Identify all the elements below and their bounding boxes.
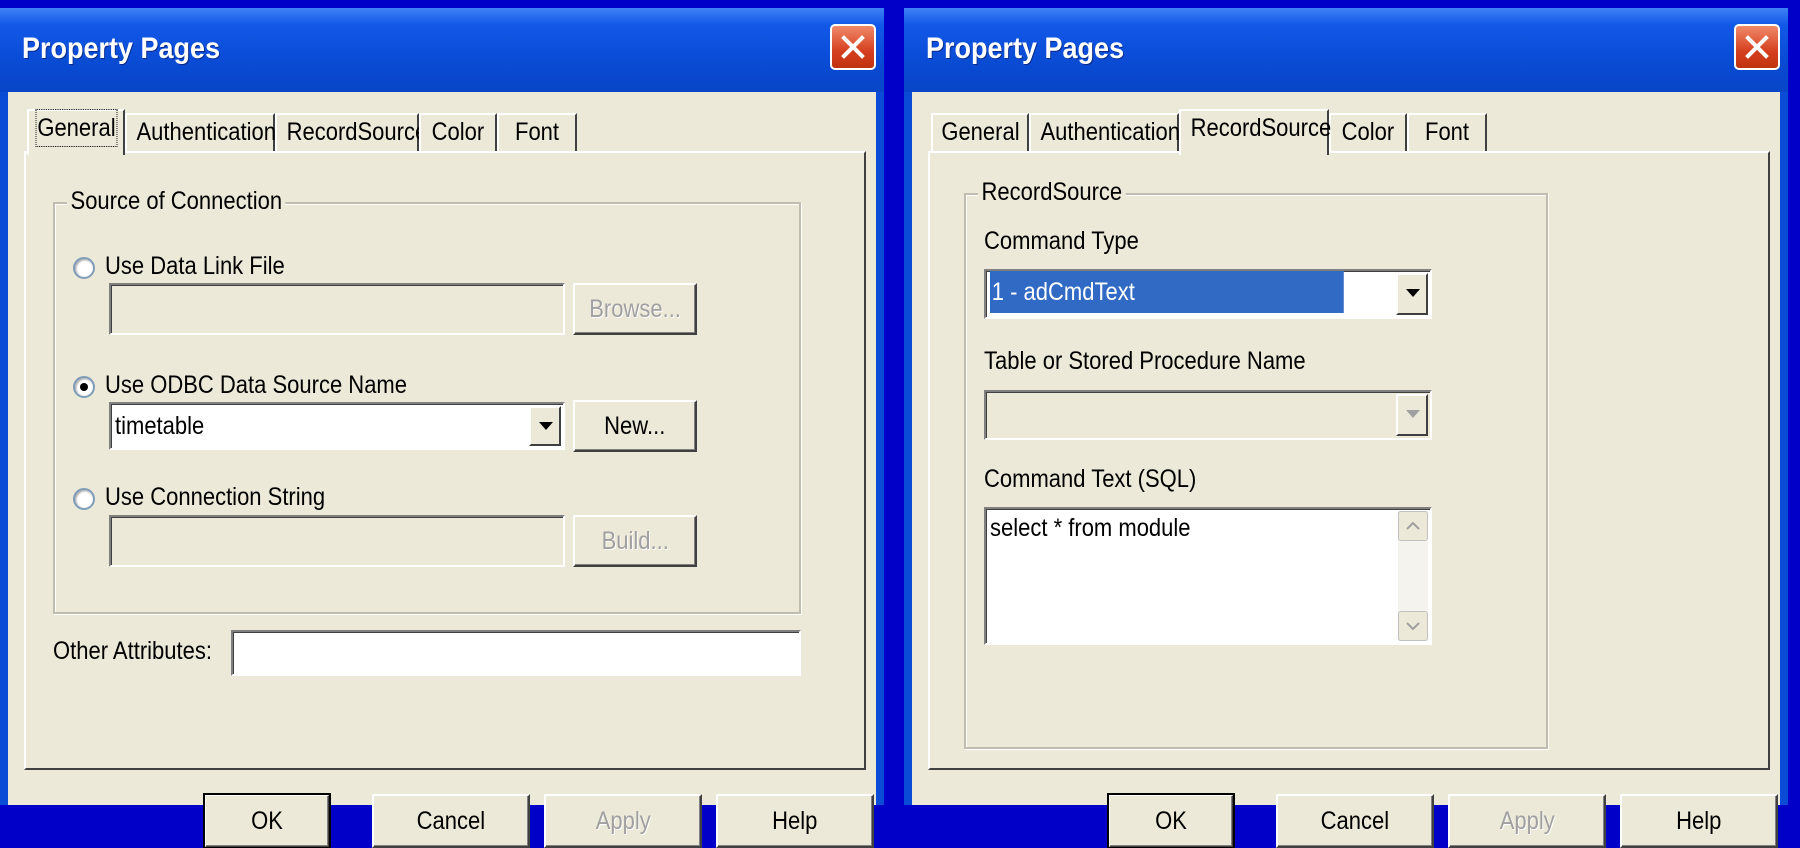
dialog-body: General Authentication RecordSource Colo… xyxy=(8,92,876,848)
odbc-radio[interactable] xyxy=(73,376,95,398)
close-icon xyxy=(1745,35,1769,59)
close-button[interactable] xyxy=(830,24,876,70)
build-button[interactable]: Build... xyxy=(573,515,697,567)
group-label: Source of Connection xyxy=(67,187,286,216)
property-pages-dialog-recordsource: Property Pages General Authentication Re… xyxy=(904,8,1788,848)
table-name-dropdown[interactable] xyxy=(984,390,1432,440)
tab-color[interactable]: Color xyxy=(1329,113,1407,151)
chevron-down-icon[interactable] xyxy=(1396,394,1428,436)
tab-panel-recordsource: RecordSource Command Type 1 - adCmdText … xyxy=(928,151,1770,770)
scroll-down-button[interactable] xyxy=(1398,611,1428,641)
tab-strip: General Authentication RecordSource Colo… xyxy=(931,109,1780,155)
help-button[interactable]: Help xyxy=(716,794,874,848)
tab-authentication[interactable]: Authentication xyxy=(1029,113,1180,151)
group-label: RecordSource xyxy=(978,178,1126,207)
tab-font[interactable]: Font xyxy=(497,113,577,151)
cancel-button[interactable]: Cancel xyxy=(1276,794,1434,848)
tab-recordsource[interactable]: RecordSource xyxy=(275,113,427,151)
property-pages-dialog-general: Property Pages General Authentication Re… xyxy=(0,8,884,848)
dialog-body: General Authentication RecordSource Colo… xyxy=(912,92,1780,848)
odbc-label: Use ODBC Data Source Name xyxy=(105,371,408,399)
tab-general[interactable]: General xyxy=(931,113,1029,151)
tab-authentication[interactable]: Authentication xyxy=(125,113,276,151)
connection-string-label: Use Connection String xyxy=(105,483,326,511)
ok-button[interactable]: OK xyxy=(1107,793,1235,848)
tab-recordsource[interactable]: RecordSource xyxy=(1179,109,1331,155)
apply-button[interactable]: Apply xyxy=(544,794,702,848)
command-type-dropdown[interactable]: 1 - adCmdText xyxy=(984,269,1432,319)
ok-button[interactable]: OK xyxy=(203,793,331,848)
connection-string-input[interactable] xyxy=(109,515,565,567)
command-text-label: Command Text (SQL) xyxy=(984,465,1197,493)
tab-strip: General Authentication RecordSource Colo… xyxy=(27,109,876,155)
close-icon xyxy=(841,35,865,59)
tab-font[interactable]: Font xyxy=(1407,113,1487,151)
chevron-down-icon xyxy=(1406,622,1420,631)
dialog-title: Property Pages xyxy=(926,32,1125,65)
command-text-area[interactable]: select * from module xyxy=(984,507,1432,645)
chevron-down-icon[interactable] xyxy=(1396,273,1428,315)
help-button[interactable]: Help xyxy=(1620,794,1778,848)
chevron-down-icon[interactable] xyxy=(529,406,561,446)
table-name-label: Table or Stored Procedure Name xyxy=(984,347,1306,375)
other-attributes-input[interactable] xyxy=(231,630,801,676)
odbc-dsn-dropdown[interactable]: timetable xyxy=(109,402,565,450)
close-button[interactable] xyxy=(1734,24,1780,70)
scroll-up-button[interactable] xyxy=(1398,511,1428,541)
title-bar[interactable]: Property Pages xyxy=(904,8,1788,92)
chevron-up-icon xyxy=(1406,521,1420,530)
browse-button[interactable]: Browse... xyxy=(573,283,697,335)
recordsource-group: RecordSource Command Type 1 - adCmdText … xyxy=(964,178,1548,749)
source-of-connection-group: Source of Connection Use Data Link File … xyxy=(53,187,801,614)
other-attributes-label: Other Attributes: xyxy=(53,637,212,665)
new-dsn-button[interactable]: New... xyxy=(573,400,697,452)
dialog-title: Property Pages xyxy=(22,32,221,65)
data-link-label: Use Data Link File xyxy=(105,252,285,280)
connection-string-radio[interactable] xyxy=(73,488,95,510)
data-link-input[interactable] xyxy=(109,283,565,335)
tab-panel-general: Source of Connection Use Data Link File … xyxy=(24,151,866,770)
cancel-button[interactable]: Cancel xyxy=(372,794,530,848)
title-bar[interactable]: Property Pages xyxy=(0,8,884,92)
tab-color[interactable]: Color xyxy=(419,113,497,151)
scrollbar[interactable] xyxy=(1398,511,1428,641)
command-type-label: Command Type xyxy=(984,227,1139,255)
tab-general[interactable]: General xyxy=(27,109,125,155)
apply-button[interactable]: Apply xyxy=(1448,794,1606,848)
data-link-radio[interactable] xyxy=(73,257,95,279)
